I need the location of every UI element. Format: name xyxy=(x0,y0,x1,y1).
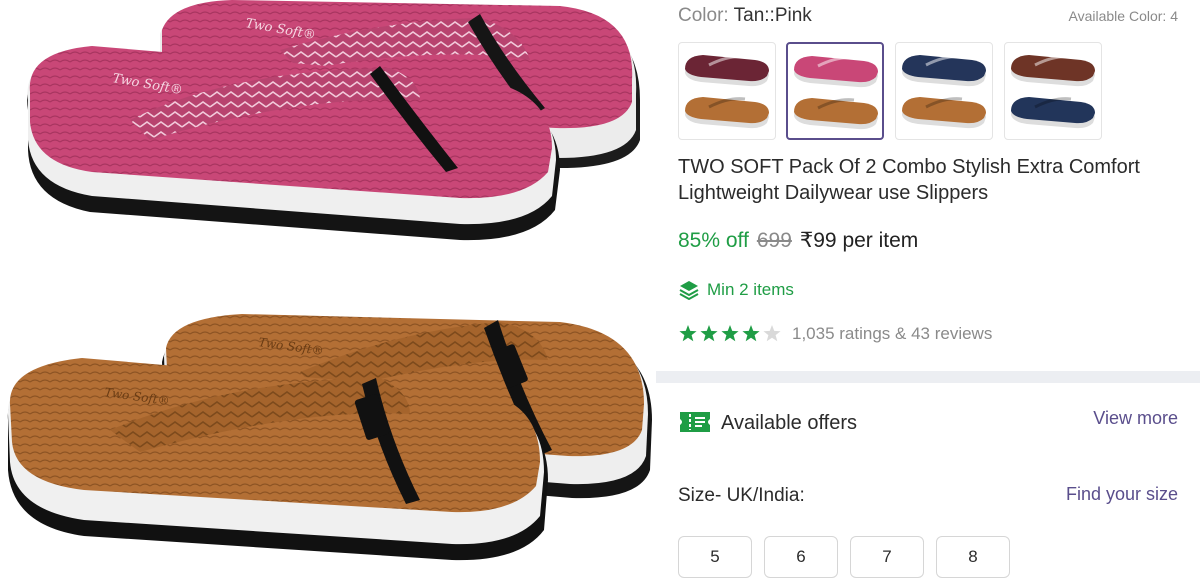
slipper-thumbnail xyxy=(685,55,769,129)
slipper-thumbnail xyxy=(794,56,878,130)
ratings-reviews-count: 1,035 ratings & 43 reviews xyxy=(792,324,993,343)
slipper-thumbnail xyxy=(1011,55,1095,129)
section-divider xyxy=(656,371,1200,383)
tan-slipper-pair: Two Soft® Two Soft® xyxy=(7,314,652,561)
product-photo-slippers: Two Soft® Two Soft® Two Soft® Two Soft® xyxy=(7,0,652,561)
star-filled-icon xyxy=(700,325,718,342)
color-swatches xyxy=(678,42,1178,142)
size-option-5[interactable]: 5 xyxy=(678,536,752,578)
star-filled-icon xyxy=(742,325,760,342)
find-your-size-link[interactable]: Find your size xyxy=(1066,484,1178,505)
price-row: 85% off 699 ₹99 per item xyxy=(678,228,918,253)
size-label: Size- UK/India: xyxy=(678,485,805,506)
size-option-6[interactable]: 6 xyxy=(764,536,838,578)
view-more-offers-link[interactable]: View more xyxy=(1093,408,1178,429)
pink-slipper-pair: Two Soft® Two Soft® xyxy=(27,0,640,241)
color-selector-header: Color: Tan::Pink Available Color: 4 xyxy=(678,5,1178,29)
available-color-count: Available Color: 4 xyxy=(1068,8,1178,24)
slipper-thumbnail xyxy=(902,55,986,129)
star-filled-icon xyxy=(721,325,739,342)
color-swatch[interactable] xyxy=(786,42,884,140)
star-rating xyxy=(678,323,782,345)
size-header: Size- UK/India: Find your size xyxy=(678,480,1178,510)
current-price: ₹99 per item xyxy=(799,229,919,252)
ticket-icon xyxy=(678,410,712,434)
original-price: 699 xyxy=(756,229,792,252)
size-option-8[interactable]: 8 xyxy=(936,536,1010,578)
star-filled-icon xyxy=(679,325,697,342)
star-empty-icon xyxy=(763,325,781,342)
size-options: 5678 xyxy=(678,536,1178,578)
discount-percent: 85% off xyxy=(678,229,749,252)
product-details-panel: Color: Tan::Pink Available Color: 4 TWO … xyxy=(656,0,1200,586)
product-title: TWO SOFT Pack Of 2 Combo Stylish Extra C… xyxy=(678,156,1140,204)
selected-color-label: Color: Tan::Pink xyxy=(678,5,812,26)
color-swatch[interactable] xyxy=(1004,42,1102,140)
color-swatch[interactable] xyxy=(678,42,776,140)
size-option-7[interactable]: 7 xyxy=(850,536,924,578)
product-image[interactable]: Two Soft® Two Soft® Two Soft® Two Soft® xyxy=(0,0,656,586)
available-offers-row: Available offers View more xyxy=(678,406,1178,438)
available-offers-title: Available offers xyxy=(721,412,858,434)
layers-icon xyxy=(678,279,700,301)
min-items-text: Min 2 items xyxy=(707,280,794,299)
color-swatch[interactable] xyxy=(895,42,993,140)
